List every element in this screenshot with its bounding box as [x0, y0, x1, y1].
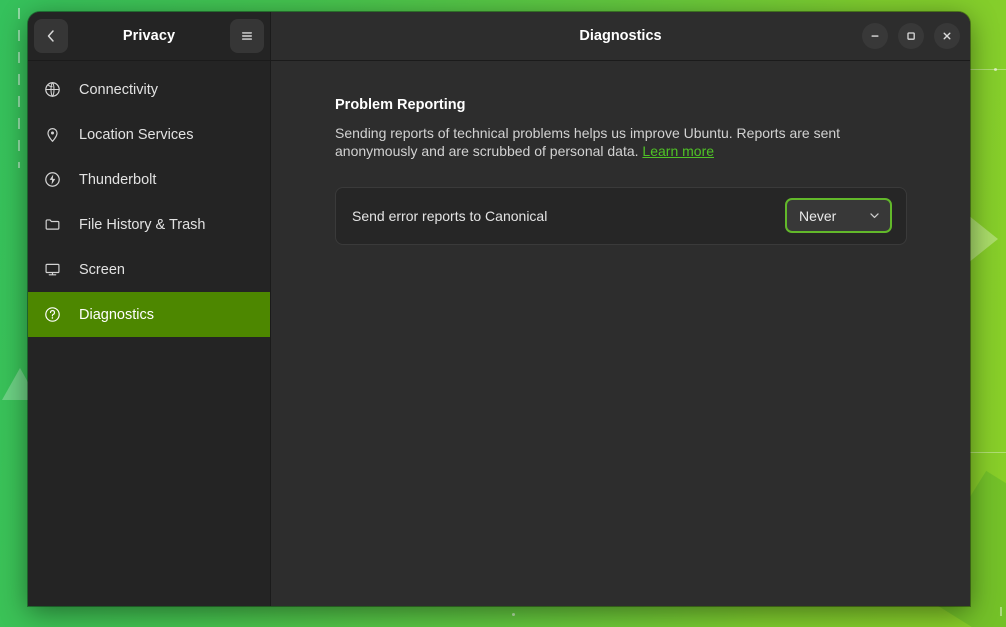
close-icon — [941, 30, 953, 42]
chevron-left-icon — [43, 28, 59, 44]
sidebar-item-label: File History & Trash — [79, 217, 206, 233]
wallpaper-line-right-lower — [964, 452, 1006, 453]
sidebar-item-screen[interactable]: Screen — [28, 247, 270, 292]
sidebar-item-connectivity[interactable]: Connectivity — [28, 67, 270, 112]
window-titlebar: Privacy Diagnostics — [28, 12, 970, 61]
monitor-icon — [43, 261, 61, 279]
wallpaper-line-right — [966, 69, 1006, 70]
main-menu-button[interactable] — [230, 19, 264, 53]
wallpaper-dashed-line — [18, 8, 20, 168]
section-heading: Problem Reporting — [335, 97, 907, 113]
error-reports-row: Send error reports to Canonical Never — [335, 187, 907, 245]
sidebar-title: Privacy — [123, 28, 175, 44]
folder-icon — [43, 216, 61, 234]
sidebar-item-label: Diagnostics — [79, 307, 154, 323]
wallpaper-dot-bottom — [512, 613, 515, 616]
sidebar-item-label: Thunderbolt — [79, 172, 156, 188]
sidebar-item-label: Location Services — [79, 127, 193, 143]
maximize-icon — [905, 30, 917, 42]
window-controls — [862, 23, 960, 49]
sidebar-item-label: Screen — [79, 262, 125, 278]
settings-content-area: Problem Reporting Sending reports of tec… — [271, 61, 970, 606]
settings-sidebar: Connectivity Location Services — [28, 61, 271, 606]
wallpaper-dot-right — [994, 68, 997, 71]
error-reports-label: Send error reports to Canonical — [352, 208, 547, 224]
learn-more-link[interactable]: Learn more — [642, 143, 714, 159]
thunderbolt-icon — [43, 171, 61, 189]
maximize-button[interactable] — [898, 23, 924, 49]
back-button[interactable] — [34, 19, 68, 53]
sidebar-item-diagnostics[interactable]: Diagnostics — [28, 292, 270, 337]
close-button[interactable] — [934, 23, 960, 49]
question-circle-icon — [43, 306, 61, 324]
minimize-icon — [869, 30, 881, 42]
minimize-button[interactable] — [862, 23, 888, 49]
sidebar-item-label: Connectivity — [79, 82, 158, 98]
dropdown-value: Never — [799, 208, 836, 224]
sidebar-item-location-services[interactable]: Location Services — [28, 112, 270, 157]
section-description: Sending reports of technical problems he… — [335, 125, 883, 161]
map-pin-icon — [43, 126, 61, 144]
settings-window: Privacy Diagnostics — [28, 12, 970, 606]
wallpaper-triangle-right — [968, 215, 998, 263]
desktop-wallpaper: Privacy Diagnostics — [0, 0, 1006, 627]
wallpaper-mark-bottom-right — [1000, 607, 1002, 616]
titlebar-sidebar-section: Privacy — [28, 12, 271, 60]
window-body: Connectivity Location Services — [28, 61, 970, 606]
hamburger-icon — [239, 28, 255, 44]
titlebar-content-section: Diagnostics — [271, 12, 970, 60]
chevron-down-icon — [868, 209, 881, 222]
sidebar-item-file-history-trash[interactable]: File History & Trash — [28, 202, 270, 247]
diagnostics-panel: Problem Reporting Sending reports of tec… — [335, 97, 907, 245]
description-text: Sending reports of technical problems he… — [335, 125, 840, 159]
globe-icon — [43, 81, 61, 99]
error-reports-dropdown[interactable]: Never — [785, 198, 892, 233]
sidebar-item-thunderbolt[interactable]: Thunderbolt — [28, 157, 270, 202]
